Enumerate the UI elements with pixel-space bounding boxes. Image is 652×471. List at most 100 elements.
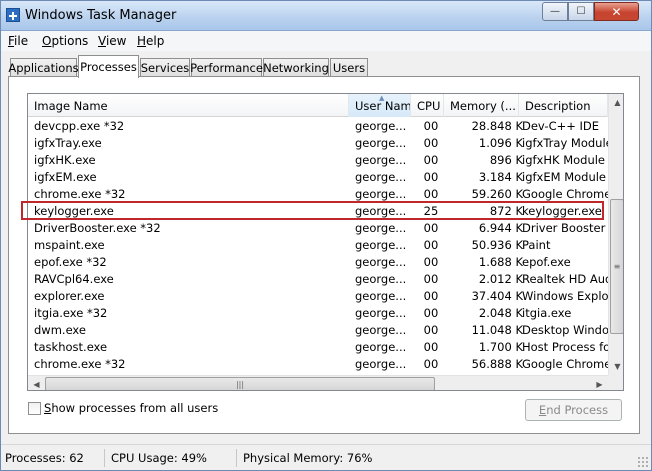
- table-row[interactable]: dwm.exe george... 00 11.048 KDesktop Window: [28, 322, 608, 339]
- table-row[interactable]: DriverBooster.exe *32 george... 00 6.944 KD…: [28, 220, 608, 237]
- minimize-button[interactable]: —: [542, 2, 568, 21]
- process-cpu: 00: [423, 119, 439, 133]
- process-image-name: igfxHK.exe: [34, 153, 96, 167]
- table-row[interactable]: igfxTray.exe george... 00 1.096 KigfxTray M…: [28, 135, 608, 152]
- process-memory: 1.700 K: [478, 340, 523, 354]
- process-memory: 56.888 K: [471, 357, 523, 371]
- scrollbar-corner: [608, 375, 623, 390]
- maximize-icon: ☐: [576, 6, 586, 17]
- process-user-name: george...: [355, 136, 407, 150]
- process-cpu: 00: [423, 289, 439, 303]
- table-row[interactable]: explorer.exe george... 00 37.404 K Windows E…: [28, 288, 608, 305]
- column-image-name[interactable]: Image Name: [28, 94, 349, 117]
- column-user-name[interactable]: ▲ User Name: [349, 94, 411, 117]
- process-image-name: igfxTray.exe: [34, 136, 102, 150]
- menu-help[interactable]: Help: [137, 34, 164, 48]
- tab-users[interactable]: Users: [330, 58, 368, 77]
- table-row[interactable]: mspaint.exe george... 00 50.936 K Paint: [28, 237, 608, 254]
- table-row[interactable]: taskhost.exe george... 00 1.700 K Host Proce…: [28, 339, 608, 356]
- table-row[interactable]: RAVCpl64.exe george... 00 2.012 K Realtek HD…: [28, 271, 608, 288]
- process-user-name: george...: [355, 153, 407, 167]
- process-memory: 2.012 K: [478, 272, 523, 286]
- show-all-users-label: Show processes from all users: [44, 401, 219, 415]
- process-user-name: george...: [355, 221, 407, 235]
- maximize-button[interactable]: ☐: [568, 2, 594, 21]
- process-description: Dev-C++ IDE: [522, 119, 600, 133]
- process-memory: 11.048 K: [471, 323, 523, 337]
- table-row[interactable]: epof.exe *32 george... 00 1.688 Kepof.exe: [28, 254, 608, 271]
- process-description: igfxTray Module: [522, 136, 608, 150]
- table-row[interactable]: igfxEM.exe george... 00 3.184 KigfxEM Modul…: [28, 169, 608, 186]
- process-memory: 1.688 K: [478, 255, 523, 269]
- resize-grip-icon[interactable]: [637, 456, 649, 468]
- scroll-right-arrow-icon[interactable]: ▶: [591, 376, 608, 390]
- table-row[interactable]: chrome.exe *32 george... 00 56.888 K Google …: [28, 356, 608, 373]
- process-image-name: mspaint.exe: [34, 238, 105, 252]
- table-row[interactable]: igfxHK.exe george... 00 896 KigfxHK Module: [28, 152, 608, 169]
- process-image-name: DriverBooster.exe *32: [34, 221, 161, 235]
- tab-services[interactable]: Services: [140, 58, 190, 77]
- menu-view[interactable]: View: [98, 34, 126, 48]
- vertical-scroll-thumb[interactable]: ≡: [610, 199, 623, 334]
- show-all-users-option[interactable]: Show processes from all users: [28, 400, 218, 416]
- process-image-name: dwm.exe: [34, 323, 86, 337]
- status-bar: Processes: 62 CPU Usage: 49% Physical Me…: [1, 444, 651, 470]
- table-row[interactable]: itgia.exe *32 george... 00 2.048 Kitgia.exe: [28, 305, 608, 322]
- sort-indicator-icon: ▲: [379, 94, 385, 102]
- table-row[interactable]: devcpp.exe *32 george... 00 28.848 K Dev-C++…: [28, 118, 608, 135]
- scroll-down-arrow-icon[interactable]: ▼: [609, 358, 623, 375]
- end-process-button[interactable]: End Process: [525, 399, 622, 421]
- menu-file[interactable]: File: [8, 34, 28, 48]
- process-description: igfxHK Module: [522, 153, 606, 167]
- title-bar[interactable]: Windows Task Manager — ☐ ✕: [1, 1, 651, 31]
- process-user-name: george...: [355, 272, 407, 286]
- process-cpu: 00: [423, 153, 439, 167]
- process-description: Realtek HD Audio: [522, 272, 608, 286]
- process-description: Paint: [522, 238, 551, 252]
- vertical-scrollbar[interactable]: ▲ ≡ ▼: [608, 94, 623, 375]
- process-cpu: 00: [423, 136, 439, 150]
- column-description[interactable]: Description: [519, 94, 608, 117]
- tab-processes[interactable]: Processes: [78, 55, 139, 78]
- process-user-name: george...: [355, 238, 407, 252]
- process-cpu: 00: [423, 238, 439, 252]
- tab-applications[interactable]: Applications: [8, 58, 79, 77]
- process-cpu: 00: [423, 221, 439, 235]
- menu-bar: File Options View Help: [1, 31, 651, 51]
- status-cpu-usage: CPU Usage: 49%: [107, 449, 237, 467]
- process-cpu: 00: [423, 306, 439, 320]
- horizontal-scroll-thumb[interactable]: |||: [45, 377, 435, 390]
- close-button[interactable]: ✕: [594, 2, 639, 21]
- process-cpu: 00: [423, 170, 439, 184]
- close-icon: ✕: [611, 4, 622, 19]
- process-description: Google Chrome: [522, 357, 608, 371]
- process-memory: 28.848 K: [471, 119, 523, 133]
- process-image-name: itgia.exe *32: [34, 306, 108, 320]
- tab-networking[interactable]: Networking: [263, 58, 329, 77]
- process-user-name: george...: [355, 119, 407, 133]
- process-image-name: RAVCpl64.exe: [34, 272, 114, 286]
- process-image-name: taskhost.exe: [34, 340, 108, 354]
- tab-strip: Applications Processes Services Performa…: [1, 55, 651, 78]
- scroll-up-arrow-icon[interactable]: ▲: [609, 94, 623, 111]
- horizontal-scrollbar[interactable]: ◀ ||| ▶: [28, 375, 608, 390]
- column-memory[interactable]: Memory (...: [444, 94, 519, 117]
- process-description: Driver Booster 3: [522, 221, 608, 235]
- processes-panel: Image Name ▲ User Name CPU Memory (... D…: [8, 76, 640, 434]
- minimize-icon: —: [550, 6, 560, 17]
- window-title: Windows Task Manager: [25, 8, 177, 23]
- process-memory: 2.048 K: [478, 306, 523, 320]
- scroll-left-arrow-icon[interactable]: ◀: [28, 376, 45, 390]
- process-memory: 37.404 K: [471, 289, 523, 303]
- process-list[interactable]: Image Name ▲ User Name CPU Memory (... D…: [27, 93, 624, 391]
- column-cpu[interactable]: CPU: [411, 94, 444, 117]
- process-memory: 3.184 K: [478, 170, 523, 184]
- status-processes: Processes: 62: [1, 449, 105, 467]
- tab-performance[interactable]: Performance: [190, 58, 263, 77]
- process-user-name: george...: [355, 306, 407, 320]
- show-all-users-checkbox[interactable]: [28, 401, 41, 415]
- process-user-name: george...: [355, 323, 407, 337]
- process-cpu: 00: [423, 340, 439, 354]
- menu-options[interactable]: Options: [42, 34, 88, 48]
- process-image-name: chrome.exe *32: [34, 357, 126, 371]
